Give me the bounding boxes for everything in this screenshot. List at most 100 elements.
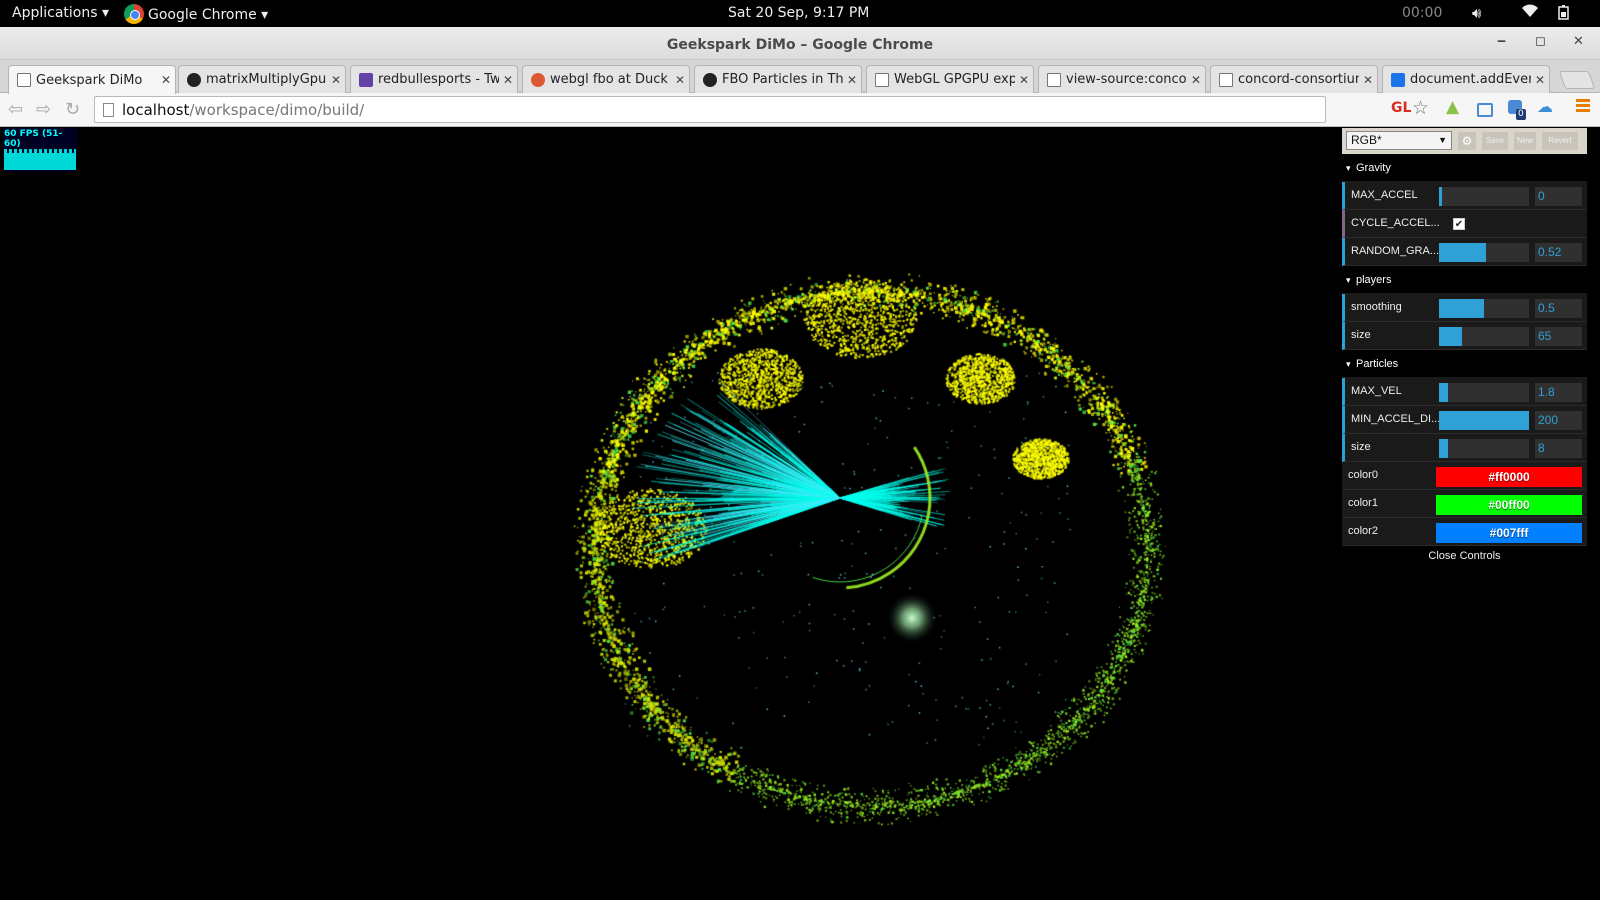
close-controls-button[interactable]: Close Controls <box>1342 546 1587 566</box>
gear-icon[interactable]: ⚙ <box>1458 132 1476 150</box>
close-window-button[interactable]: ✕ <box>1573 34 1584 49</box>
active-app-label: Google Chrome ▾ <box>148 7 269 23</box>
address-bar[interactable]: localhost/workspace/dimo/build/ <box>94 96 1326 123</box>
duckduckgo-icon <box>531 72 545 87</box>
url-path: /workspace/dimo/build/ <box>189 100 365 119</box>
maximize-button[interactable]: ◻ <box>1535 34 1546 49</box>
twitch-icon <box>359 72 373 87</box>
preset-row: RGB* ▼ ⚙ Save New Revert <box>1342 128 1587 154</box>
tab-close-icon[interactable]: ✕ <box>1531 73 1549 87</box>
control-cycle-accel: CYCLE_ACCEL... ✔ <box>1342 210 1587 238</box>
android-extension-icon[interactable]: ▲ <box>1446 97 1464 117</box>
color0-swatch[interactable]: #ff0000 <box>1436 467 1582 487</box>
tab-redbullesports[interactable]: redbullesports - Tw ✕ <box>350 65 518 93</box>
minimize-button[interactable]: ‒ <box>1497 34 1506 49</box>
min-accel-slider[interactable] <box>1439 411 1529 430</box>
control-label: size <box>1351 441 1371 453</box>
tab-document-addeventlistener[interactable]: document.addEven ✕ <box>1382 65 1550 93</box>
smoothing-input[interactable]: 0.5 <box>1535 299 1582 318</box>
window-title: Geekspark DiMo – Google Chrome <box>666 37 934 53</box>
preset-select[interactable]: RGB* ▼ <box>1346 131 1452 150</box>
fps-graph <box>4 149 76 170</box>
smoothing-slider[interactable] <box>1439 299 1529 318</box>
reload-icon[interactable]: ↻ <box>65 99 80 120</box>
control-min-accel-dist: MIN_ACCEL_DI... 200 <box>1342 406 1587 434</box>
back-arrow-icon[interactable]: ⇦ <box>8 99 23 120</box>
tab-concord-consortium[interactable]: concord-consortium ✕ <box>1210 65 1378 93</box>
slider-fill <box>1439 187 1442 206</box>
slider-fill <box>1439 327 1462 346</box>
badge-extension-icon[interactable]: 0 <box>1508 100 1526 120</box>
clock[interactable]: Sat 20 Sep, 9:17 PM <box>728 5 869 21</box>
window-extension-icon[interactable] <box>1477 103 1493 117</box>
tab-webgl-gpgpu[interactable]: WebGL GPGPU exp ✕ <box>866 65 1034 93</box>
github-icon <box>703 72 717 87</box>
tab-label: WebGL GPGPU exp <box>894 72 1015 87</box>
fps-stats-panel[interactable]: 60 FPS (51-60) <box>3 128 77 172</box>
timer: 00:00 <box>1402 5 1443 21</box>
window-title-bar[interactable]: Geekspark DiMo – Google Chrome ‒ ◻ ✕ <box>0 27 1600 60</box>
max-accel-slider[interactable] <box>1439 187 1529 206</box>
tab-close-icon[interactable]: ✕ <box>327 73 345 87</box>
tab-matrix-multiply[interactable]: matrixMultiplyGpu ✕ <box>178 65 346 93</box>
slider-fill <box>1439 243 1486 262</box>
forward-arrow-icon[interactable]: ⇨ <box>36 99 51 120</box>
tab-label: matrixMultiplyGpu <box>206 72 327 87</box>
tab-label: FBO Particles in Th <box>722 72 843 87</box>
max-vel-input[interactable]: 1.8 <box>1535 383 1582 402</box>
max-vel-slider[interactable] <box>1439 383 1529 402</box>
tab-fbo-particles[interactable]: FBO Particles in Th ✕ <box>694 65 862 93</box>
chrome-logo-icon <box>124 4 144 24</box>
color1-swatch[interactable]: #00ff00 <box>1436 495 1582 515</box>
tab-close-icon[interactable]: ✕ <box>1359 73 1377 87</box>
slider-fill <box>1439 439 1448 458</box>
bookmark-star-icon[interactable]: ☆ <box>1412 97 1429 119</box>
tab-geekspark-dimo[interactable]: Geekspark DiMo ✕ <box>8 65 176 94</box>
cloud-extension-icon[interactable]: ☁ <box>1537 97 1555 116</box>
color2-swatch[interactable]: #007fff <box>1436 523 1582 543</box>
folder-players[interactable]: players <box>1342 266 1587 294</box>
save-button[interactable]: Save <box>1482 132 1508 150</box>
system-top-bar: Applications ▾ Google Chrome ▾ Sat 20 Se… <box>0 0 1600 27</box>
tab-label: webgl fbo at Duck <box>550 72 668 87</box>
active-app-menu[interactable]: Google Chrome ▾ <box>124 4 269 25</box>
folder-gravity[interactable]: Gravity <box>1342 154 1587 182</box>
new-tab-button[interactable] <box>1558 71 1596 89</box>
folder-particles[interactable]: Particles <box>1342 350 1587 378</box>
tab-view-source[interactable]: view-source:conco ✕ <box>1038 65 1206 93</box>
player-size-slider[interactable] <box>1439 327 1529 346</box>
webgl-indicator-icon[interactable]: GL <box>1391 100 1411 116</box>
min-accel-input[interactable]: 200 <box>1535 411 1582 430</box>
applications-menu[interactable]: Applications ▾ <box>12 5 109 21</box>
tab-close-icon[interactable]: ✕ <box>1187 73 1205 87</box>
site-icon <box>1391 72 1405 87</box>
revert-button[interactable]: Revert <box>1542 132 1578 150</box>
webgl-viewport[interactable]: 60 FPS (51-60) RGB* ▼ ⚙ Save New Revert … <box>0 128 1600 900</box>
battery-icon[interactable] <box>1556 4 1572 24</box>
page-icon <box>17 73 31 87</box>
tab-close-icon[interactable]: ✕ <box>1015 73 1033 87</box>
slider-fill <box>1439 411 1529 430</box>
wifi-icon[interactable] <box>1522 4 1538 22</box>
tab-close-icon[interactable]: ✕ <box>843 73 861 87</box>
max-accel-input[interactable]: 0 <box>1535 187 1582 206</box>
particle-size-slider[interactable] <box>1439 439 1529 458</box>
random-gra-slider[interactable] <box>1439 243 1529 262</box>
dat-gui-panel: RGB* ▼ ⚙ Save New Revert Gravity MAX_ACC… <box>1342 128 1587 566</box>
particle-size-input[interactable]: 8 <box>1535 439 1582 458</box>
speaker-icon[interactable]: 🔊︎ <box>1472 4 1481 22</box>
control-max-accel: MAX_ACCEL 0 <box>1342 182 1587 210</box>
control-color2: color2 #007fff <box>1342 518 1587 546</box>
tab-close-icon[interactable]: ✕ <box>499 73 517 87</box>
new-button[interactable]: New <box>1514 132 1536 150</box>
random-gra-input[interactable]: 0.52 <box>1535 243 1582 262</box>
chrome-menu-icon[interactable] <box>1576 99 1590 114</box>
fps-text: 60 FPS (51-60) <box>4 129 63 149</box>
tab-close-icon[interactable]: ✕ <box>157 73 175 87</box>
page-icon <box>875 72 889 87</box>
tab-webgl-fbo-duck[interactable]: webgl fbo at Duck ✕ <box>522 65 690 93</box>
player-size-input[interactable]: 65 <box>1535 327 1582 346</box>
slider-fill <box>1439 299 1484 318</box>
cycle-accel-checkbox[interactable]: ✔ <box>1453 218 1465 230</box>
tab-close-icon[interactable]: ✕ <box>671 73 689 87</box>
